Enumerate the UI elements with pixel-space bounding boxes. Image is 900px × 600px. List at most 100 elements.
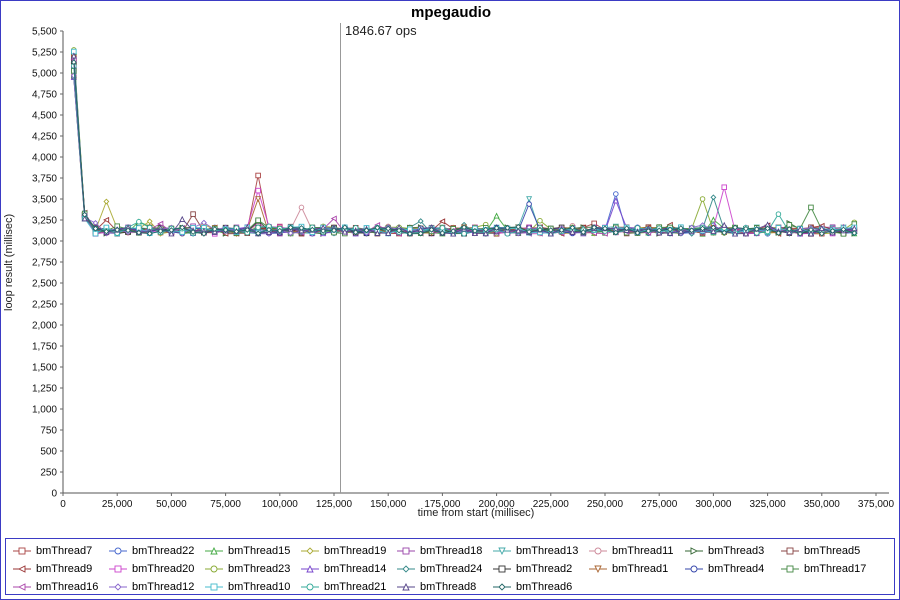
legend-item: bmThread12 bbox=[108, 578, 204, 596]
legend-marker-icon bbox=[396, 582, 416, 592]
legend-item-label: bmThread16 bbox=[36, 581, 98, 593]
svg-text:4,000: 4,000 bbox=[32, 153, 57, 164]
svg-text:4,500: 4,500 bbox=[32, 111, 57, 122]
legend-item: bmThread15 bbox=[204, 542, 300, 560]
legend-item-label: bmThread11 bbox=[612, 545, 674, 557]
legend-item: bmThread24 bbox=[396, 560, 492, 578]
svg-text:3,500: 3,500 bbox=[32, 195, 57, 206]
legend-marker-icon bbox=[396, 546, 416, 556]
legend-marker-icon bbox=[684, 564, 704, 574]
svg-text:4,250: 4,250 bbox=[32, 132, 57, 143]
svg-text:2,000: 2,000 bbox=[32, 321, 57, 332]
svg-text:0: 0 bbox=[51, 489, 57, 500]
legend-item-label: bmThread13 bbox=[516, 545, 578, 557]
legend-marker-icon bbox=[108, 546, 128, 556]
ops-annotation: 1846.67 ops bbox=[345, 23, 417, 38]
legend-item-label: bmThread22 bbox=[132, 545, 194, 557]
legend-item-label: bmThread20 bbox=[132, 563, 194, 575]
legend-marker-icon bbox=[492, 582, 512, 592]
legend-item-label: bmThread1 bbox=[612, 563, 668, 575]
legend-item: bmThread4 bbox=[684, 560, 780, 578]
legend-item: bmThread11 bbox=[588, 542, 684, 560]
legend-marker-icon bbox=[780, 546, 800, 556]
legend-item: bmThread19 bbox=[300, 542, 396, 560]
legend-marker-icon bbox=[300, 582, 320, 592]
legend-marker-icon bbox=[204, 546, 224, 556]
svg-text:1,250: 1,250 bbox=[32, 384, 57, 395]
legend-item: bmThread21 bbox=[300, 578, 396, 596]
svg-text:3,250: 3,250 bbox=[32, 216, 57, 227]
legend-item: bmThread14 bbox=[300, 560, 396, 578]
plot-area: 0 250 500 750 1,000 1,250 1,500 1,750 2,000 2,250… bbox=[1, 1, 900, 533]
legend-item-label: bmThread19 bbox=[324, 545, 386, 557]
legend-item-label: bmThread7 bbox=[36, 545, 92, 557]
legend-item: bmThread16 bbox=[12, 578, 108, 596]
legend-item-label: bmThread15 bbox=[228, 545, 290, 557]
svg-text:3,750: 3,750 bbox=[32, 174, 57, 185]
legend-marker-icon bbox=[492, 564, 512, 574]
legend-marker-icon bbox=[204, 564, 224, 574]
legend-item-label: bmThread17 bbox=[804, 563, 866, 575]
legend-item: bmThread17 bbox=[780, 560, 876, 578]
svg-text:750: 750 bbox=[40, 426, 57, 437]
chart-canvas: 0 250 500 750 1,000 1,250 1,500 1,750 2,000 2,250… bbox=[1, 1, 900, 533]
legend-marker-icon bbox=[12, 546, 32, 556]
legend-item-label: bmThread10 bbox=[228, 581, 290, 593]
legend-item: bmThread8 bbox=[396, 578, 492, 596]
y-axis-label: loop result (millisec) bbox=[3, 31, 15, 493]
legend-item-label: bmThread3 bbox=[708, 545, 764, 557]
legend-marker-icon bbox=[12, 582, 32, 592]
legend: bmThread7 bmThread22 bmThread15 bmThread19 b… bbox=[5, 538, 895, 595]
svg-text:2,250: 2,250 bbox=[32, 300, 57, 311]
legend-item: bmThread18 bbox=[396, 542, 492, 560]
legend-item: bmThread20 bbox=[108, 560, 204, 578]
legend-marker-icon bbox=[12, 564, 32, 574]
svg-text:2,500: 2,500 bbox=[32, 279, 57, 290]
legend-item-label: bmThread5 bbox=[804, 545, 860, 557]
legend-marker-icon bbox=[300, 564, 320, 574]
svg-text:5,250: 5,250 bbox=[32, 48, 57, 59]
svg-text:250: 250 bbox=[40, 468, 57, 479]
svg-text:2,750: 2,750 bbox=[32, 258, 57, 269]
legend-item: bmThread6 bbox=[492, 578, 588, 596]
legend-item: bmThread5 bbox=[780, 542, 876, 560]
legend-item-label: bmThread23 bbox=[228, 563, 290, 575]
svg-text:500: 500 bbox=[40, 447, 57, 458]
legend-item-label: bmThread18 bbox=[420, 545, 482, 557]
svg-text:3,000: 3,000 bbox=[32, 237, 57, 248]
legend-marker-icon bbox=[204, 582, 224, 592]
svg-text:1,750: 1,750 bbox=[32, 342, 57, 353]
x-axis-label: time from start (millisec) bbox=[63, 507, 889, 519]
legend-item: bmThread10 bbox=[204, 578, 300, 596]
legend-marker-icon bbox=[780, 564, 800, 574]
legend-item: bmThread23 bbox=[204, 560, 300, 578]
legend-item-label: bmThread6 bbox=[516, 581, 572, 593]
svg-text:1,500: 1,500 bbox=[32, 363, 57, 374]
chart-window: 0 250 500 750 1,000 1,250 1,500 1,750 2,000 2,250… bbox=[0, 0, 900, 600]
legend-marker-icon bbox=[108, 564, 128, 574]
legend-item-label: bmThread12 bbox=[132, 581, 194, 593]
legend-item-label: bmThread24 bbox=[420, 563, 482, 575]
legend-marker-icon bbox=[492, 546, 512, 556]
legend-item: bmThread2 bbox=[492, 560, 588, 578]
svg-text:4,750: 4,750 bbox=[32, 90, 57, 101]
legend-item: bmThread13 bbox=[492, 542, 588, 560]
legend-item: bmThread1 bbox=[588, 560, 684, 578]
legend-marker-icon bbox=[108, 582, 128, 592]
legend-marker-icon bbox=[300, 546, 320, 556]
svg-text:1,000: 1,000 bbox=[32, 405, 57, 416]
legend-marker-icon bbox=[588, 546, 608, 556]
legend-marker-icon bbox=[684, 546, 704, 556]
legend-item-label: bmThread8 bbox=[420, 581, 476, 593]
svg-text:5,500: 5,500 bbox=[32, 27, 57, 38]
legend-item: bmThread3 bbox=[684, 542, 780, 560]
legend-item-label: bmThread4 bbox=[708, 563, 764, 575]
legend-item-label: bmThread14 bbox=[324, 563, 386, 575]
legend-item-label: bmThread21 bbox=[324, 581, 386, 593]
legend-item: bmThread22 bbox=[108, 542, 204, 560]
legend-marker-icon bbox=[588, 564, 608, 574]
svg-text:5,000: 5,000 bbox=[32, 69, 57, 80]
legend-item: bmThread9 bbox=[12, 560, 108, 578]
chart-title: mpegaudio bbox=[1, 4, 900, 21]
legend-item-label: bmThread2 bbox=[516, 563, 572, 575]
